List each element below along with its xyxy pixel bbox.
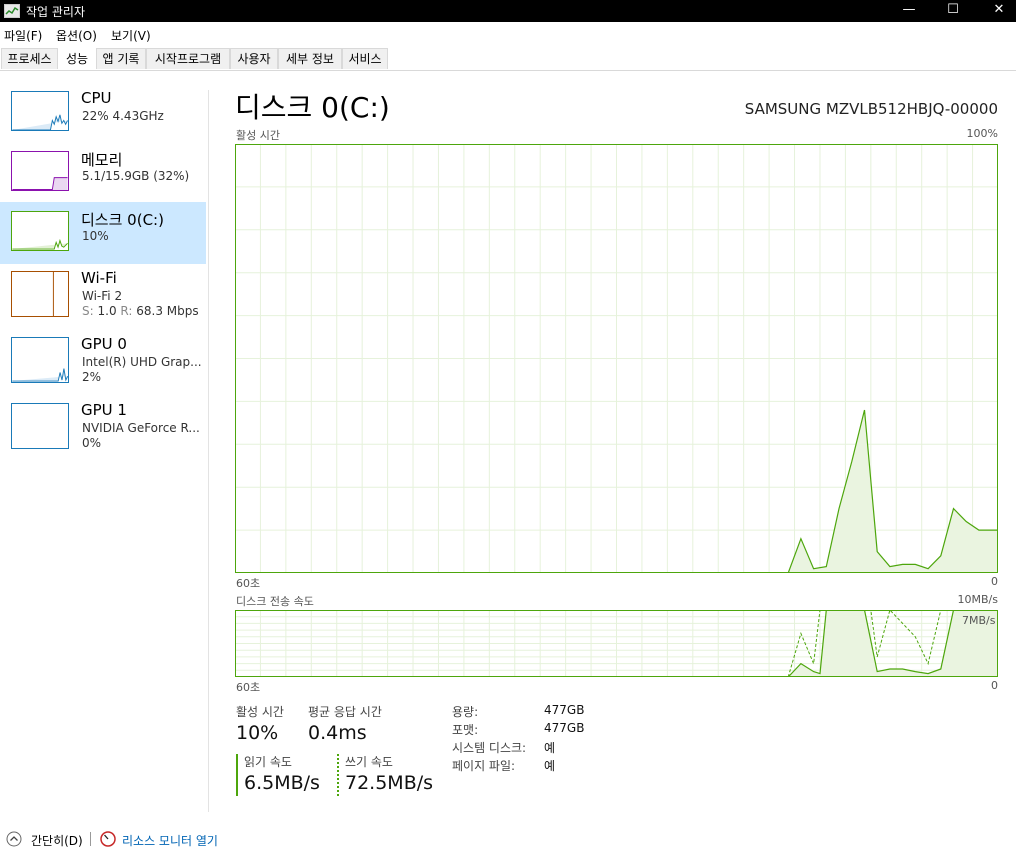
sidebar-memory-name: 메모리 [81,151,123,169]
transfer-chart-mid: 7MB/s [962,614,996,627]
wifi-send-value: 1.0 [97,304,117,318]
stat-avg-response-value: 0.4ms [308,722,367,744]
wifi-receive-label: R: [120,304,133,318]
window-title: 작업 관리자 [26,5,86,19]
tab-performance[interactable]: 성능 [58,48,96,70]
sidebar-wifi-name: Wi-Fi [81,269,117,287]
active-time-chart-span: 60초 [236,577,261,590]
transfer-chart-max: 10MB/s [957,593,998,606]
tab-startup[interactable]: 시작프로그램 [146,48,230,69]
tab-app-history[interactable]: 앱 기록 [96,48,146,69]
sidebar-wifi-sub: Wi-Fi 2 [82,289,123,303]
info-system-disk-value: 예 [544,741,556,755]
tab-users[interactable]: 사용자 [230,48,278,69]
transfer-chart [235,610,998,677]
sidebar-cpu-sub: 22% 4.43GHz [82,109,164,123]
cpu-thumbnail [11,91,69,131]
wifi-receive-value: 68.3 Mbps [136,304,199,318]
sidebar-item-memory[interactable]: 메모리 5.1/15.9GB (32%) [0,144,206,206]
transfer-chart-end: 0 [991,679,998,692]
sidebar-disk-name: 디스크 0(C:) [81,211,164,229]
stat-write-label: 쓰기 속도 [345,755,393,769]
stat-active-time-value: 10% [236,722,279,744]
info-format-value: 477GB [544,721,585,735]
memory-thumbnail [11,151,69,191]
resource-monitor-link[interactable]: 리소스 모니터 열기 [122,832,218,849]
active-time-chart-max: 100% [966,127,998,140]
sidebar-gpu1-sub2: 0% [82,436,102,450]
sidebar-item-gpu1[interactable]: GPU 1 NVIDIA GeForce R... 0% [0,400,206,456]
disk-thumbnail [11,211,69,251]
menu-file[interactable]: 파일(F) [4,27,42,44]
active-time-chart-end: 0 [991,575,998,588]
tab-strip: 프로세스 성능 앱 기록 시작프로그램 사용자 세부 정보 서비스 [0,48,1016,71]
info-page-file-key: 페이지 파일: [452,759,516,773]
sidebar-gpu0-name: GPU 0 [81,335,127,353]
sidebar-gpu1-name: GPU 1 [81,401,127,419]
sidebar-gpu1-sub: NVIDIA GeForce R... [82,421,200,435]
sidebar-gpu0-sub: Intel(R) UHD Grap... [82,355,202,369]
active-time-chart-label: 활성 시간 [236,129,280,142]
menu-bar: 파일(F) 옵션(O) 보기(V) [0,24,1016,44]
sidebar-gpu0-sub2: 2% [82,370,102,384]
sidebar-item-disk[interactable]: 디스크 0(C:) 10% [0,202,206,264]
info-capacity-key: 용량: [452,705,479,719]
read-indicator [236,754,238,796]
stat-active-time-label: 활성 시간 [236,705,284,719]
sidebar-disk-sub: 10% [82,229,109,243]
stat-write-value: 72.5MB/s [345,772,434,794]
wifi-send-label: S: [82,304,94,318]
chevron-up-icon[interactable] [6,831,22,847]
info-capacity-value: 477GB [544,703,585,717]
sidebar-divider [208,90,209,812]
tab-details[interactable]: 세부 정보 [278,48,342,69]
sidebar-cpu-name: CPU [81,89,112,107]
device-model: SAMSUNG MZVLB512HBJQ-00000 [744,100,998,118]
resource-monitor-icon [100,831,116,847]
gpu0-thumbnail [11,337,69,383]
stat-read-value: 6.5MB/s [244,772,320,794]
sidebar-item-gpu0[interactable]: GPU 0 Intel(R) UHD Grap... 2% [0,334,206,390]
sidebar-item-cpu[interactable]: CPU 22% 4.43GHz [0,84,206,146]
wifi-thumbnail [11,271,69,317]
gpu1-thumbnail [11,403,69,449]
sidebar-wifi-throughput: S: 1.0 R: 68.3 Mbps [82,304,199,318]
title-bar: 작업 관리자 — ☐ ✕ [0,0,1016,22]
task-manager-icon [4,4,20,18]
menu-view[interactable]: 보기(V) [111,27,151,44]
minimize-button[interactable]: — [886,0,932,22]
footer: 간단히(D) 리소스 모니터 열기 [0,826,1016,852]
stat-read-label: 읽기 속도 [244,755,292,769]
sidebar-memory-sub: 5.1/15.9GB (32%) [82,169,190,183]
menu-options[interactable]: 옵션(O) [56,27,97,44]
transfer-chart-label: 디스크 전송 속도 [236,595,314,608]
tab-processes[interactable]: 프로세스 [1,48,58,69]
info-system-disk-key: 시스템 디스크: [452,741,527,755]
stat-avg-response-label: 평균 응답 시간 [308,705,382,719]
transfer-chart-span: 60초 [236,681,261,694]
write-indicator [337,754,339,796]
close-button[interactable]: ✕ [976,0,1016,22]
info-format-key: 포맷: [452,723,479,737]
fewer-details-link[interactable]: 간단히(D) [31,832,83,849]
info-page-file-value: 예 [544,759,556,773]
maximize-button[interactable]: ☐ [930,0,976,22]
tab-services[interactable]: 서비스 [342,48,388,69]
page-title: 디스크 0(C:) [235,91,390,124]
sidebar-item-wifi[interactable]: Wi-Fi Wi-Fi 2 S: 1.0 R: 68.3 Mbps [0,268,206,324]
footer-separator [90,832,91,846]
active-time-chart [235,144,998,573]
